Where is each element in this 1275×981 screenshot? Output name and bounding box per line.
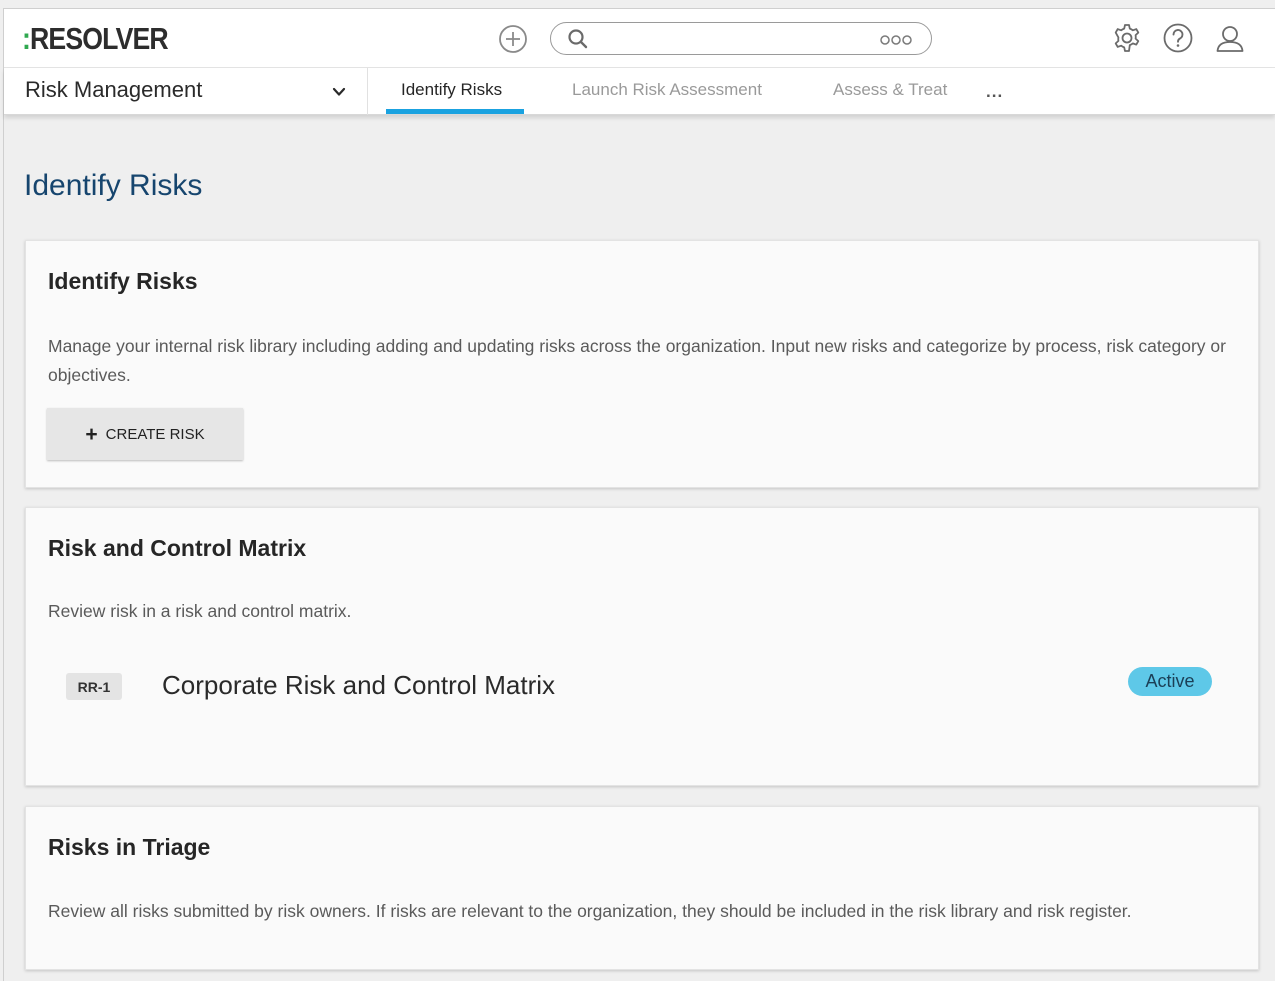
active-tab-indicator	[386, 109, 524, 114]
search-icon[interactable]	[567, 28, 589, 50]
tab-identify-risks[interactable]: Identify Risks	[401, 80, 502, 100]
add-icon[interactable]	[498, 24, 528, 54]
status-badge: Active	[1128, 667, 1212, 696]
card-description: Review all risks submitted by risk owner…	[48, 901, 1132, 921]
top-header: :RESOLVER	[4, 9, 1275, 68]
chevron-down-icon[interactable]	[331, 84, 347, 100]
user-icon[interactable]	[1214, 22, 1246, 54]
page-title: Identify Risks	[24, 169, 203, 202]
record-id-badge: RR-1	[66, 673, 122, 700]
card-title: Identify Risks	[48, 268, 198, 294]
more-tabs-button[interactable]: ...	[986, 82, 1003, 102]
create-risk-label: CREATE RISK	[105, 425, 205, 443]
app-nav-bar: Risk Management Identify Risks Launch Ri…	[4, 68, 1275, 115]
card-description: Review risk in a risk and control matrix…	[48, 601, 352, 621]
plus-icon: +	[85, 422, 98, 446]
more-options-icon[interactable]	[879, 33, 913, 47]
create-risk-button[interactable]: + CREATE RISK	[47, 408, 243, 460]
help-icon[interactable]	[1162, 22, 1194, 54]
search-bar[interactable]	[550, 22, 932, 55]
resolver-logo[interactable]: :RESOLVER	[22, 21, 169, 57]
risks-in-triage-card: Risks in Triage Review all risks submitt…	[25, 806, 1259, 970]
app-selector[interactable]: Risk Management	[4, 68, 368, 115]
risk-control-matrix-card: Risk and Control Matrix Review risk in a…	[25, 507, 1259, 786]
tab-launch-risk-assessment[interactable]: Launch Risk Assessment	[572, 80, 762, 100]
app-name: Risk Management	[25, 77, 203, 102]
card-title: Risk and Control Matrix	[48, 535, 307, 561]
card-description: Manage your internal risk library includ…	[48, 336, 1226, 385]
identify-risks-card: Identify Risks Manage your internal risk…	[25, 240, 1259, 488]
record-name[interactable]: Corporate Risk and Control Matrix	[162, 670, 555, 701]
app-frame: :RESOLVER Risk Management Identify Risks…	[3, 8, 1275, 981]
settings-icon[interactable]	[1111, 22, 1143, 54]
list-item[interactable]: RR-1 Corporate Risk and Control Matrix A…	[26, 658, 1258, 718]
card-title: Risks in Triage	[48, 834, 211, 860]
tab-assess-treat[interactable]: Assess & Treat	[833, 80, 947, 100]
logo-text: RESOLVER	[30, 21, 169, 56]
search-input[interactable]	[597, 27, 867, 51]
